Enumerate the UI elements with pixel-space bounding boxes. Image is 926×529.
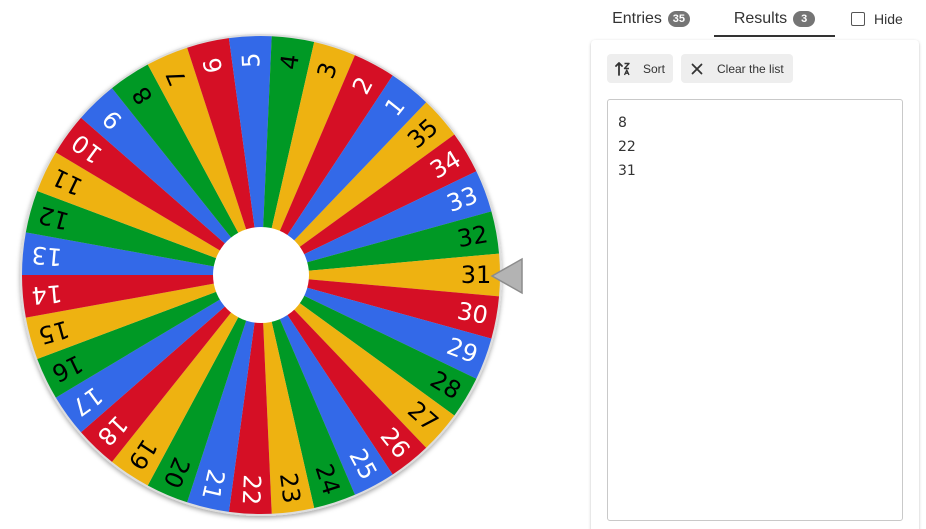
sort-button[interactable]: Sort xyxy=(607,54,673,83)
tab-results-label: Results xyxy=(733,10,788,27)
entries-count-badge: 35 xyxy=(667,11,690,27)
wheel-segment-label: 5 xyxy=(237,52,266,69)
result-line: 31 xyxy=(618,163,636,179)
close-icon xyxy=(689,61,705,77)
results-textarea[interactable]: 8 22 31 xyxy=(607,99,903,521)
result-line: 8 xyxy=(618,115,627,131)
tab-bar: Entries 35 Results 3 Hide xyxy=(591,0,921,38)
active-tab-indicator xyxy=(714,35,835,37)
results-panel: Sort Clear the list 8 22 31 xyxy=(591,40,919,529)
spin-wheel[interactable]: 3534333231302928272625242322212019181716… xyxy=(0,0,560,529)
wheel-segment-label: 30 xyxy=(455,297,490,330)
wheel-segment-label: 32 xyxy=(455,220,490,253)
hide-toggle[interactable]: Hide xyxy=(851,0,903,38)
sort-label: Sort xyxy=(643,61,666,76)
clear-list-button[interactable]: Clear the list xyxy=(681,54,793,83)
app: 35 34 33 32 31 30 29 28 27 26 25 24 23 22 21 20 19 18 17 16… xyxy=(0,0,926,529)
wheel-segment-label: 23 xyxy=(274,471,306,505)
result-line: 22 xyxy=(618,139,636,155)
wheel-segment-label: 22 xyxy=(237,474,266,506)
hide-checkbox[interactable] xyxy=(851,12,865,26)
hide-label: Hide xyxy=(874,11,903,27)
tab-entries[interactable]: Entries 35 xyxy=(591,0,711,38)
clear-list-label: Clear the list xyxy=(717,61,784,76)
wheel-area: 35 34 33 32 31 30 29 28 27 26 25 24 23 22 21 20 19 18 17 16… xyxy=(0,0,560,529)
results-count-badge: 3 xyxy=(793,11,816,27)
sort-icon xyxy=(615,61,631,77)
tab-results[interactable]: Results 3 xyxy=(714,0,835,38)
wheel-segment-label: 14 xyxy=(30,279,63,310)
tab-entries-label: Entries xyxy=(612,10,662,27)
wheel-segment-label: 13 xyxy=(30,240,63,271)
wheel-segment-label: 31 xyxy=(461,261,492,289)
wheel-center-hub[interactable] xyxy=(213,227,309,323)
